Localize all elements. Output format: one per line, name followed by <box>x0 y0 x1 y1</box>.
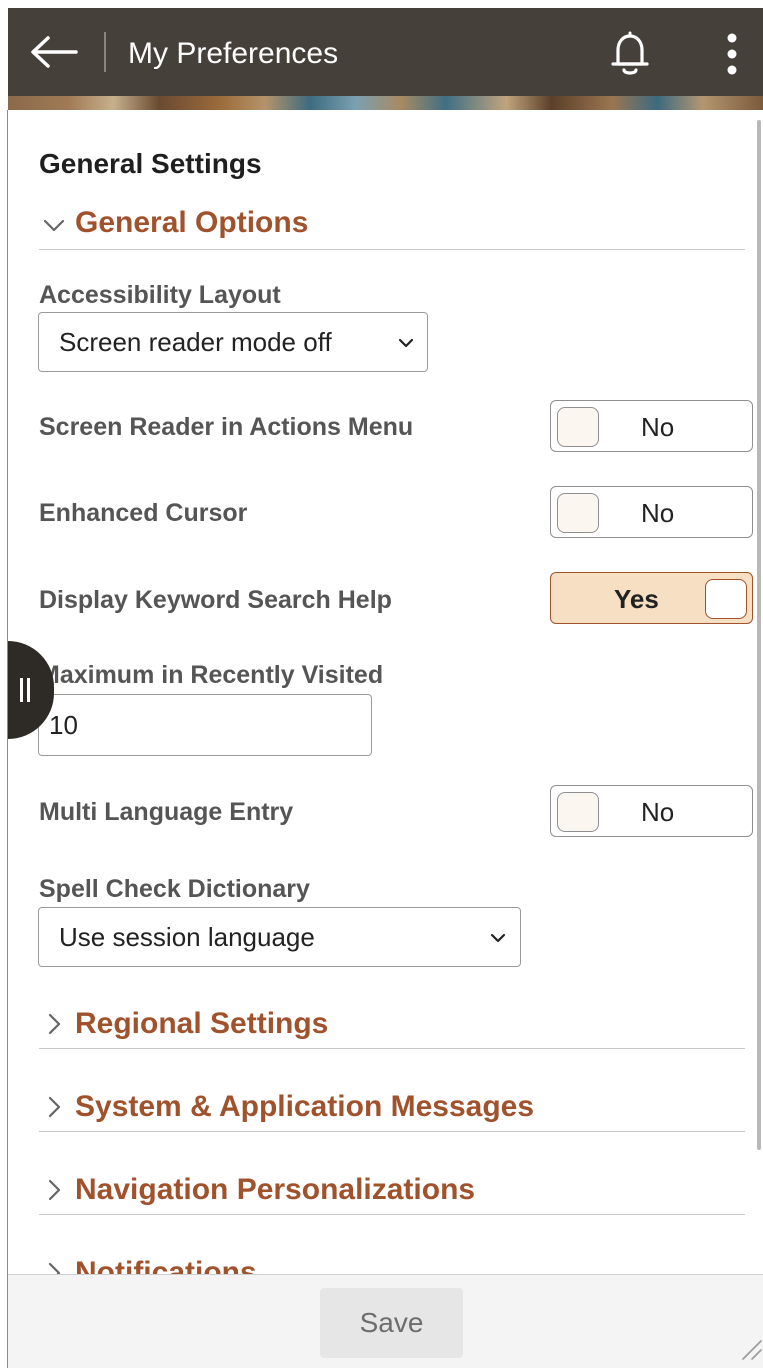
accessibility-layout-label: Accessibility Layout <box>39 281 281 309</box>
toggle-knob <box>557 407 599 447</box>
more-vertical-icon <box>727 33 737 75</box>
group-label: Regional Settings <box>75 1007 329 1040</box>
group-header-regional-settings[interactable]: Regional Settings <box>39 997 745 1049</box>
max-recently-visited-input[interactable] <box>38 694 372 756</box>
left-edge <box>0 0 8 1368</box>
toggle-knob <box>705 579 747 619</box>
chevron-right-icon <box>48 1179 61 1201</box>
chevron-down-icon <box>398 338 414 348</box>
chevron-right-icon <box>48 1096 61 1118</box>
enhanced-cursor-label: Enhanced Cursor <box>39 499 248 527</box>
handle-grip-icon <box>20 678 23 702</box>
keyword-search-help-toggle[interactable]: Yes <box>550 572 753 624</box>
page-title: My Preferences <box>128 37 339 70</box>
group-label: System & Application Messages <box>75 1090 535 1123</box>
notifications-button[interactable] <box>604 28 656 80</box>
spell-check-dictionary-label: Spell Check Dictionary <box>39 875 310 903</box>
more-options-button[interactable] <box>712 28 752 80</box>
handle-grip-icon <box>27 678 30 702</box>
top-edge <box>0 0 763 8</box>
group-label: Notifications <box>75 1256 257 1274</box>
bell-icon <box>611 31 649 75</box>
group-label: General Options <box>75 206 309 239</box>
enhanced-cursor-toggle[interactable]: No <box>550 486 753 538</box>
app-header: My Preferences <box>8 8 763 96</box>
spell-check-dictionary-select[interactable]: Use session language <box>38 907 521 967</box>
back-button[interactable] <box>26 30 80 74</box>
section-title: General Settings <box>39 148 262 179</box>
save-button[interactable]: Save <box>320 1288 463 1358</box>
resize-grip-icon[interactable] <box>735 1333 763 1361</box>
page-footer: Save <box>8 1274 763 1368</box>
toggle-label: No <box>641 498 675 528</box>
select-value: Screen reader mode off <box>59 327 332 357</box>
screen-reader-actions-menu-label: Screen Reader in Actions Menu <box>39 413 414 441</box>
chevron-down-icon <box>490 933 506 943</box>
toggle-label: Yes <box>614 584 659 614</box>
keyword-search-help-label: Display Keyword Search Help <box>39 586 392 614</box>
multi-language-entry-toggle[interactable]: No <box>550 785 753 837</box>
chevron-right-icon <box>48 1013 61 1035</box>
select-value: Use session language <box>59 922 315 952</box>
toggle-knob <box>557 792 599 832</box>
toggle-label: No <box>641 797 675 827</box>
header-banner-image <box>8 96 763 110</box>
group-header-system-application-messages[interactable]: System & Application Messages <box>39 1080 745 1132</box>
group-header-navigation-personalizations[interactable]: Navigation Personalizations <box>39 1163 745 1215</box>
app-frame: My Preferences General Settings General … <box>0 0 763 1368</box>
preferences-content: General Settings General Options Accessi… <box>8 110 763 1274</box>
back-arrow-icon <box>31 36 78 68</box>
chevron-down-icon <box>43 219 65 232</box>
group-label: Navigation Personalizations <box>75 1173 476 1206</box>
group-header-general-options[interactable]: General Options <box>39 198 745 250</box>
max-recently-visited-label: Maximum in Recently Visited <box>39 661 384 689</box>
header-divider <box>104 32 106 72</box>
multi-language-entry-label: Multi Language Entry <box>39 798 294 826</box>
toggle-knob <box>557 493 599 533</box>
toggle-label: No <box>641 412 675 442</box>
chevron-right-icon <box>48 1262 61 1274</box>
content-scrollbar[interactable] <box>757 120 761 1150</box>
screen-reader-actions-menu-toggle[interactable]: No <box>550 400 753 452</box>
accessibility-layout-select[interactable]: Screen reader mode off <box>38 312 428 372</box>
group-header-notifications[interactable]: Notifications <box>39 1246 745 1274</box>
